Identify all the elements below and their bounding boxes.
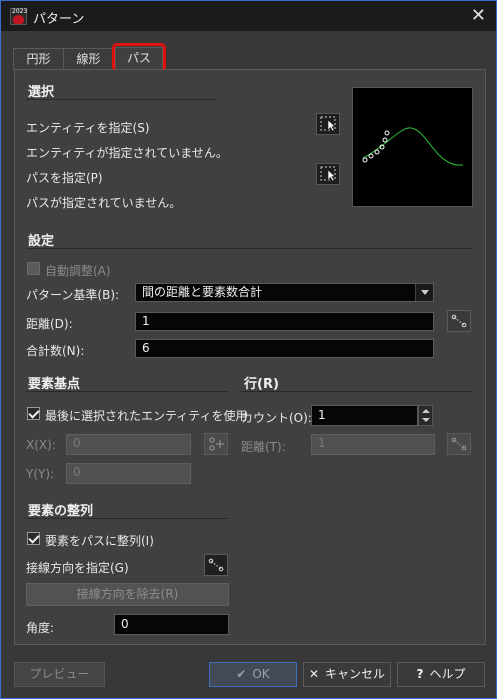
path-select-label: パスを指定(P) xyxy=(26,171,103,185)
stepper-down-icon[interactable] xyxy=(422,418,430,422)
ok-label: OK xyxy=(252,667,270,681)
y-input[interactable]: 0 xyxy=(66,463,191,484)
app-year: 2023 xyxy=(12,8,28,15)
tab-linear[interactable]: 線形 xyxy=(63,48,114,70)
settings-section-title: 設定 xyxy=(28,234,55,249)
selection-divider xyxy=(26,99,216,100)
tab-circular[interactable]: 円形 xyxy=(13,48,64,70)
pick-cursor-icon xyxy=(320,116,336,132)
ok-button[interactable]: ✔ OK xyxy=(209,662,297,687)
path-curve-illustration xyxy=(362,127,464,166)
app-logo-icon: 2023 xyxy=(10,8,27,25)
preview-button[interactable]: プレビュー xyxy=(14,662,105,687)
select-entity-button[interactable] xyxy=(316,113,340,135)
pick-point-icon xyxy=(209,437,224,451)
select-path-button[interactable] xyxy=(316,163,340,185)
pick-row-distance-button[interactable] xyxy=(447,433,471,455)
align-to-path-checkbox[interactable] xyxy=(27,532,40,545)
cancel-button[interactable]: ✕ キャンセル xyxy=(303,662,391,687)
row-section-title: 行(R) xyxy=(244,377,279,392)
row-distance-label: 距離(T): xyxy=(241,440,286,454)
window-title: パターン xyxy=(33,12,85,27)
pattern-basis-label: パターン基準(B): xyxy=(26,288,120,302)
settings-divider xyxy=(26,248,473,249)
measure-distance-icon xyxy=(208,558,224,572)
pick-tangent-button[interactable] xyxy=(204,554,228,576)
close-icon[interactable]: ✕ xyxy=(471,5,486,26)
chevron-down-icon[interactable] xyxy=(415,284,433,301)
auto-adjust-label: 自動調整(A) xyxy=(45,264,111,278)
pattern-basis-value: 間の距離と要素数合計 xyxy=(142,285,263,299)
x-label: X(X): xyxy=(26,438,56,452)
tangent-direction-label: 接線方向を指定(G) xyxy=(26,561,129,575)
selection-section-title: 選択 xyxy=(28,85,55,100)
align-to-path-label: 要素をパスに整列(I) xyxy=(45,534,154,548)
entity-select-label: エンティティを指定(S) xyxy=(26,121,150,135)
base-point-section-title: 要素基点 xyxy=(28,377,81,392)
pattern-dialog: 2023 パターン ✕ 円形 線形 パス 選択 エンティティを指定(S) エンテ… xyxy=(0,0,497,699)
row-count-input[interactable]: 1 xyxy=(311,405,418,426)
help-question-icon: ? xyxy=(416,667,424,681)
distance-label: 距離(D): xyxy=(26,317,73,331)
angle-label: 角度: xyxy=(26,621,55,635)
title-bar: 2023 パターン ✕ xyxy=(1,1,496,31)
row-count-stepper[interactable] xyxy=(418,405,433,426)
app-logo-mark xyxy=(13,15,24,24)
tab-path[interactable]: パス xyxy=(115,47,163,70)
row-divider xyxy=(241,391,473,392)
measure-distance-icon xyxy=(451,437,467,451)
x-input[interactable]: 0 xyxy=(66,434,191,455)
distance-input[interactable]: 1 xyxy=(135,312,434,331)
remove-tangent-button[interactable]: 接線方向を除去(R) xyxy=(26,583,229,606)
use-last-entity-checkbox[interactable] xyxy=(27,407,40,420)
use-last-entity-label: 最後に選択されたエンティティを使用 xyxy=(45,409,248,423)
stepper-up-icon[interactable] xyxy=(422,409,430,413)
path-status-text: パスが指定されていません。 xyxy=(26,196,182,210)
row-distance-input[interactable]: 1 xyxy=(311,434,435,455)
pick-distance-button[interactable] xyxy=(447,310,471,332)
total-count-label: 合計数(N): xyxy=(26,344,85,358)
row-count-label: カウント(O): xyxy=(241,411,312,425)
y-label: Y(Y): xyxy=(26,467,55,481)
total-count-input[interactable]: 6 xyxy=(135,339,434,358)
checkmark-icon: ✔ xyxy=(236,667,247,681)
measure-distance-icon xyxy=(451,314,467,328)
angle-input[interactable]: 0 xyxy=(114,614,229,635)
auto-adjust-checkbox[interactable] xyxy=(27,262,40,275)
cancel-x-icon: ✕ xyxy=(308,667,320,681)
alignment-section-title: 要素の整列 xyxy=(28,504,94,519)
help-button[interactable]: ? ヘルプ xyxy=(397,662,485,687)
pattern-basis-dropdown[interactable]: 間の距離と要素数合計 xyxy=(135,283,434,302)
pick-cursor-icon xyxy=(320,166,336,182)
pick-base-point-button[interactable] xyxy=(204,433,228,455)
help-label: ヘルプ xyxy=(429,667,466,681)
entity-status-text: エンティティが指定されていません。 xyxy=(26,146,228,160)
alignment-divider xyxy=(26,518,229,519)
cancel-label: キャンセル xyxy=(325,667,386,681)
path-preview-image xyxy=(352,87,473,207)
base-point-divider xyxy=(26,391,229,392)
